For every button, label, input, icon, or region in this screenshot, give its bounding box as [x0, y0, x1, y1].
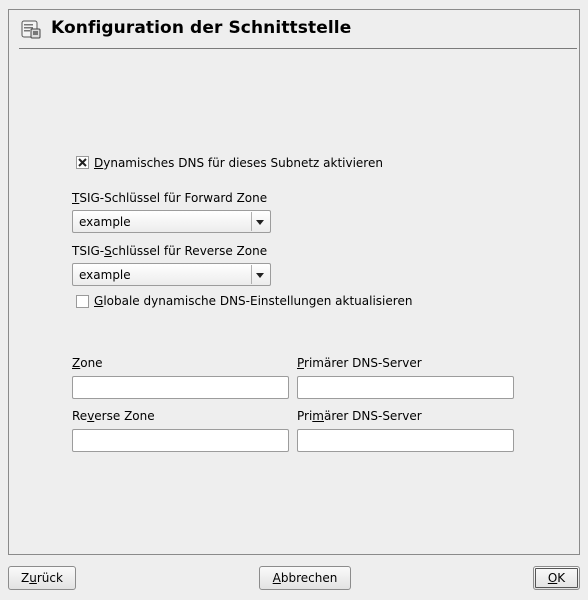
- zone-input[interactable]: [72, 376, 289, 399]
- chevron-down-icon: [256, 220, 264, 225]
- network-config-icon: [21, 20, 41, 39]
- abort-button[interactable]: Abbrechen: [259, 566, 351, 590]
- zone-primary-dns-label: Primärer DNS-Server: [297, 356, 422, 370]
- reverse-zone-input[interactable]: [72, 429, 289, 452]
- checkmark-icon: [78, 158, 87, 167]
- global-dns-update-label[interactable]: Globale dynamische DNS-Einstellungen akt…: [94, 294, 412, 308]
- dynamic-dns-checkbox[interactable]: [76, 156, 89, 169]
- reverse-primary-dns-input[interactable]: [297, 429, 514, 452]
- global-dns-update-checkbox[interactable]: [76, 295, 89, 308]
- dynamic-dns-label[interactable]: Dynamisches DNS für dieses Subnetz aktiv…: [94, 156, 383, 170]
- back-button[interactable]: Zurück: [8, 566, 76, 590]
- zone-primary-dns-input[interactable]: [297, 376, 514, 399]
- page-title: Konfiguration der Schnittstelle: [51, 18, 352, 38]
- tsig-forward-select[interactable]: example: [72, 210, 271, 233]
- reverse-zone-label: Reverse Zone: [72, 409, 155, 423]
- title-divider: [19, 48, 577, 49]
- tsig-reverse-select[interactable]: example: [72, 263, 271, 286]
- tsig-forward-label: TSIG-Schlüssel für Forward Zone: [72, 191, 268, 205]
- reverse-primary-dns-label: Primärer DNS-Server: [297, 409, 422, 423]
- zone-label: Zone: [72, 356, 103, 370]
- ok-button[interactable]: OK: [533, 566, 580, 590]
- chevron-down-icon: [256, 273, 264, 278]
- tsig-reverse-label: TSIG-Schlüssel für Reverse Zone: [72, 244, 268, 258]
